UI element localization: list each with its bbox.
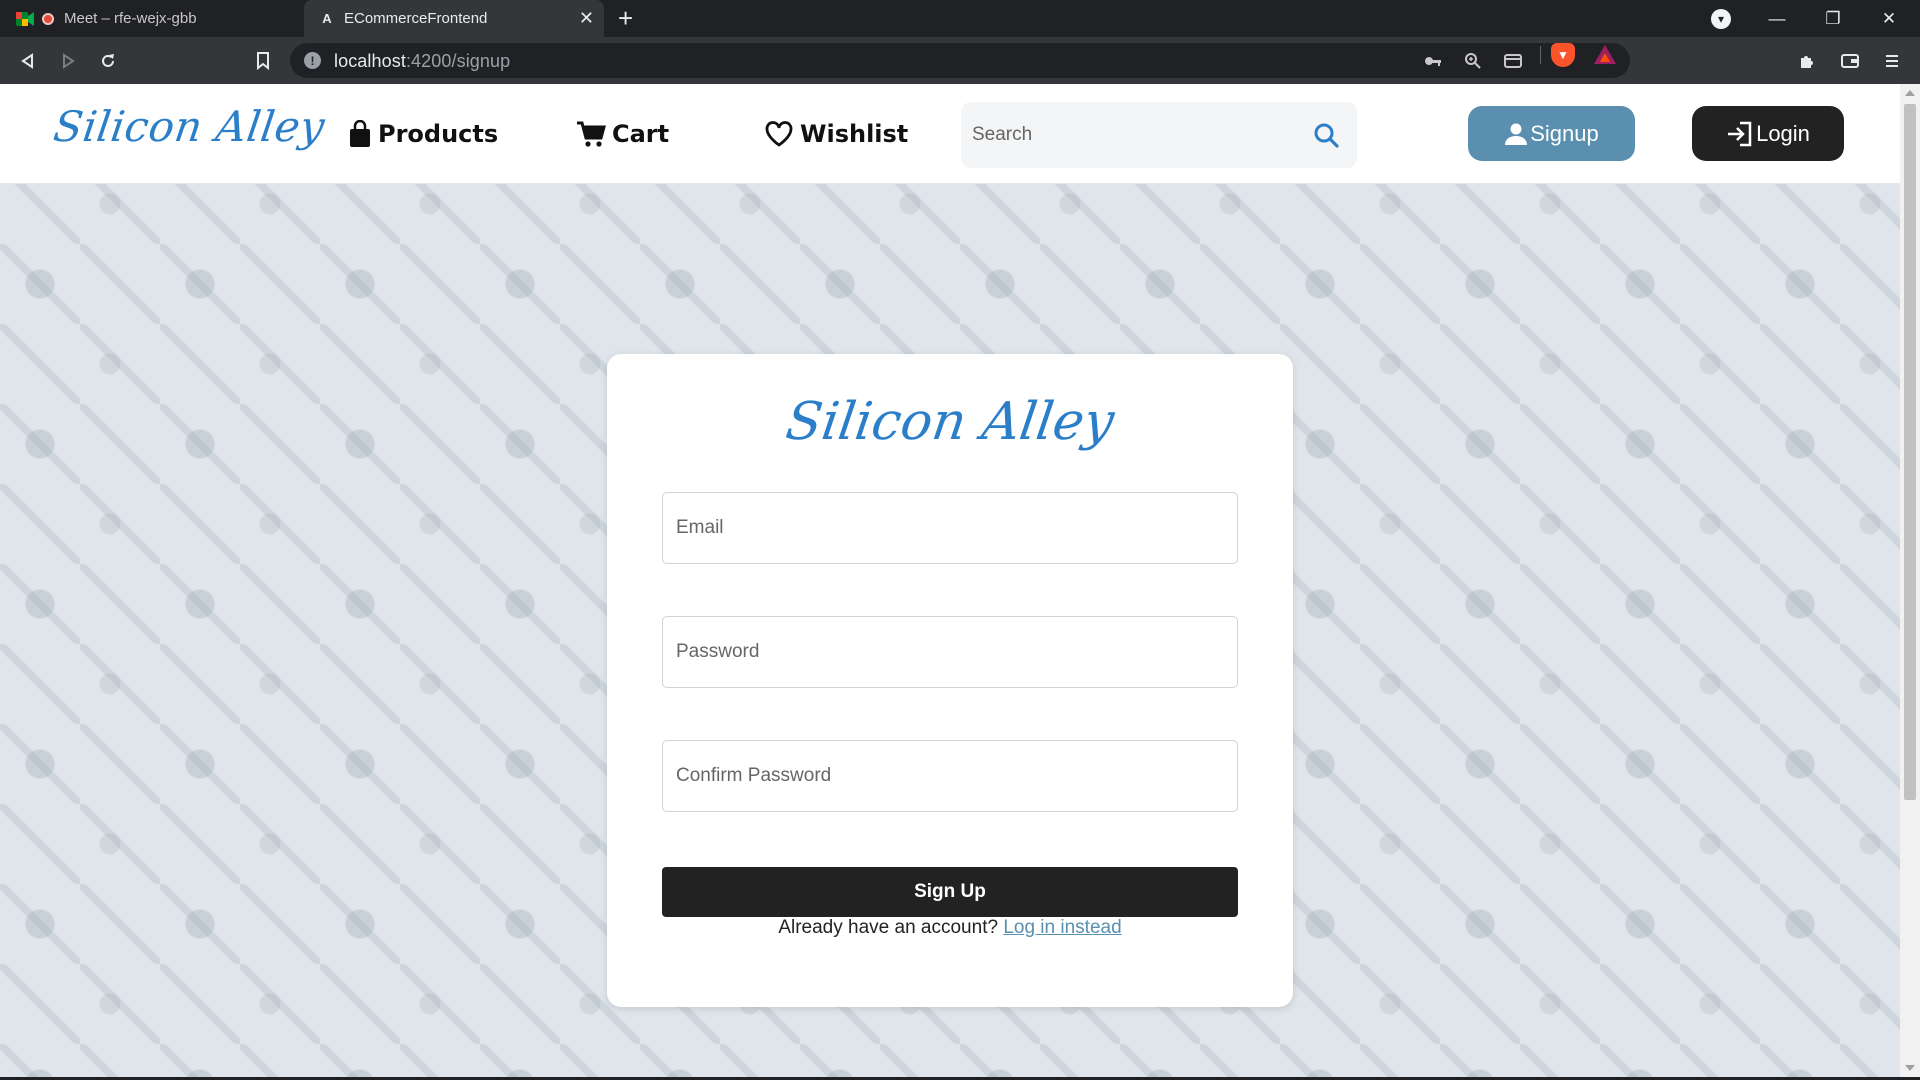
cart-icon [577, 121, 606, 147]
sign-up-button[interactable]: Sign Up [662, 867, 1238, 917]
signup-card: Silicon Alley Sign Up Already have an ac… [607, 354, 1293, 1007]
scrollbar-thumb[interactable] [1904, 104, 1916, 800]
forward-icon[interactable] [54, 47, 82, 75]
address-bar[interactable]: ! localhost:4200/signup [290, 43, 1630, 78]
nav-cart[interactable]: Cart [576, 114, 669, 154]
card-logo: Silicon Alley [782, 392, 1118, 452]
confirm-password-field[interactable] [662, 740, 1238, 812]
url-text: localhost:4200/signup [334, 51, 510, 72]
toolbar-separator [1540, 46, 1541, 64]
page-scrollbar[interactable] [1900, 84, 1920, 1077]
meet-icon [16, 10, 34, 28]
wallet-icon[interactable] [1836, 47, 1864, 75]
tab-title: ECommerceFrontend [344, 10, 488, 27]
url-path: :4200/signup [405, 51, 511, 71]
nav-label: Products [378, 120, 499, 148]
key-icon[interactable] [1422, 50, 1444, 72]
new-tab-icon[interactable]: + [618, 4, 633, 32]
browser-tab-bar: Meet – rfe-wejx-gbb A ECommerceFrontend … [0, 0, 1920, 37]
reload-icon[interactable] [94, 47, 122, 75]
site-logo[interactable]: Silicon Alley [51, 102, 328, 151]
close-window-icon[interactable]: ✕ [1861, 0, 1917, 37]
restore-icon[interactable]: ❐ [1805, 0, 1861, 37]
minimize-icon[interactable]: — [1749, 0, 1805, 37]
url-host: localhost [334, 51, 406, 71]
tab-meet[interactable]: Meet – rfe-wejx-gbb [0, 0, 302, 37]
search-input[interactable] [961, 102, 1301, 168]
password-field[interactable] [662, 616, 1238, 688]
angular-icon: A [322, 11, 332, 26]
nav-label: Wishlist [800, 120, 909, 148]
login-prompt: Already have an account? Log in instead [607, 917, 1293, 939]
login-prompt-text: Already have an account? [778, 917, 1004, 938]
login-link[interactable]: Log in instead [1003, 917, 1121, 938]
zoom-icon[interactable] [1462, 50, 1484, 72]
nav-products[interactable]: Products [348, 114, 498, 154]
card-icon[interactable] [1502, 50, 1524, 72]
scroll-down-icon[interactable] [1905, 1065, 1915, 1071]
close-tab-icon[interactable]: ✕ [579, 8, 594, 29]
extensions-icon[interactable] [1793, 47, 1821, 75]
rewards-icon[interactable] [1594, 45, 1616, 64]
brave-shield-icon[interactable]: ▼ [1551, 43, 1575, 67]
search-box [961, 102, 1357, 168]
heart-icon [765, 121, 793, 147]
email-field[interactable] [662, 492, 1238, 564]
menu-icon[interactable] [1878, 47, 1906, 75]
site-header: Silicon Alley Products Cart Wishlist Sig… [0, 84, 1900, 184]
login-icon [1728, 121, 1752, 146]
bookmark-icon[interactable] [249, 47, 277, 75]
site-info-icon[interactable]: ! [304, 52, 321, 69]
nav-wishlist[interactable]: Wishlist [764, 114, 908, 154]
login-label: Login [1756, 120, 1810, 146]
scroll-up-icon[interactable] [1905, 90, 1915, 96]
shopping-bag-icon [350, 120, 370, 147]
user-icon [1505, 123, 1528, 145]
recording-icon [42, 12, 54, 25]
profile-menu-icon[interactable]: ▾ [1711, 9, 1731, 29]
browser-toolbar: ! localhost:4200/signup ▼ [0, 37, 1920, 84]
signup-label: Signup [1530, 120, 1599, 146]
tab-ecommerce[interactable]: A ECommerceFrontend ✕ [304, 0, 604, 37]
header-login-button[interactable]: Login [1692, 106, 1844, 161]
back-icon[interactable] [14, 47, 42, 75]
header-signup-button[interactable]: Signup [1468, 106, 1635, 161]
nav-label: Cart [612, 120, 670, 148]
page-viewport: Silicon Alley Products Cart Wishlist Sig… [0, 84, 1900, 1077]
tab-title: Meet – rfe-wejx-gbb [64, 10, 197, 27]
search-icon[interactable] [1313, 122, 1339, 153]
